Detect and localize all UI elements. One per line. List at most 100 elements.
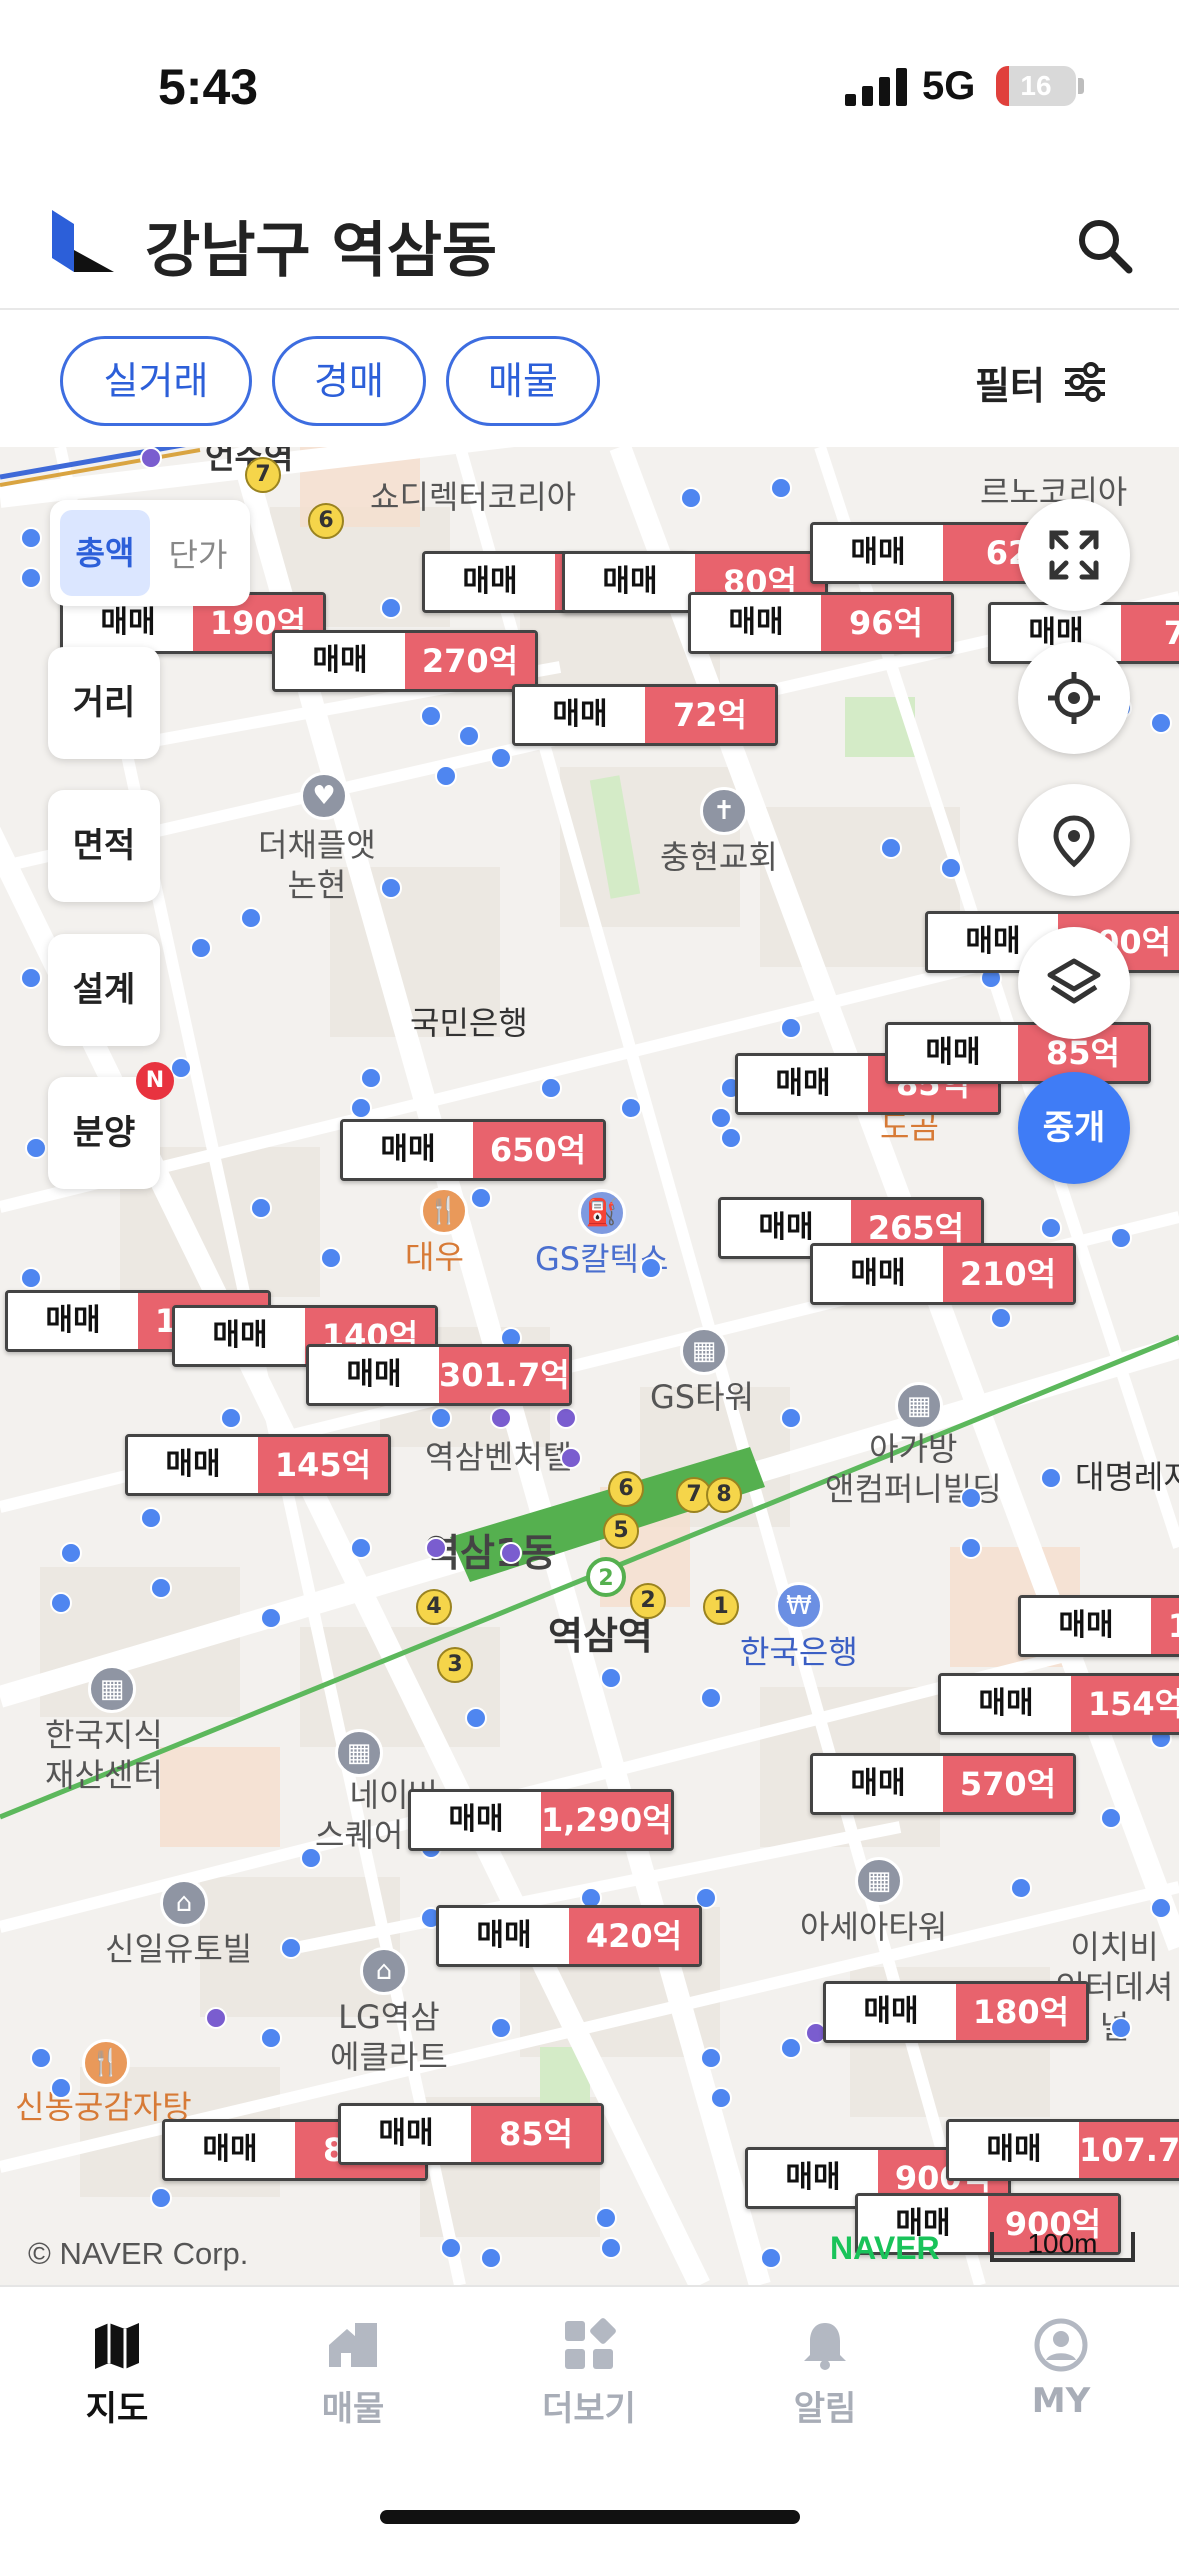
new-badge: N	[136, 1062, 174, 1100]
listing-price: 420억	[569, 1908, 699, 1964]
poi-label: 국민은행	[410, 1004, 528, 1042]
exit-6-icon: 6	[308, 503, 344, 539]
building-icon: ▦	[335, 1729, 383, 1777]
map-icon	[95, 2323, 139, 2369]
listing-marker[interactable]: 매매 180억	[823, 1981, 1089, 2043]
listing-type: 매매	[565, 554, 695, 610]
price-mode-unit[interactable]: 단가	[158, 530, 238, 576]
listing-price: 154억	[1071, 1676, 1179, 1732]
listing-marker[interactable]: 매매 1,290억	[408, 1789, 674, 1851]
nav-map[interactable]: 지도	[42, 2317, 192, 2430]
exit-7-icon: 7	[245, 457, 281, 493]
my-location-button[interactable]	[1018, 642, 1130, 754]
poi-label: 신일유토빌	[105, 1930, 253, 1968]
listing-type: 매매	[813, 1756, 943, 1812]
broker-button[interactable]: 중개	[1018, 1072, 1130, 1184]
user-icon	[1034, 2318, 1088, 2372]
listing-price: 180억	[956, 1984, 1086, 2040]
listing-type: 매매	[343, 1122, 473, 1178]
price-mode-total[interactable]: 총액	[60, 510, 150, 596]
status-time: 5:43	[158, 59, 259, 115]
listing-marker[interactable]: 매매107.7억	[946, 2119, 1179, 2181]
nav-more[interactable]: 더보기	[514, 2317, 664, 2430]
listing-type: 매매	[691, 595, 821, 651]
poi-label: GS타워	[650, 1378, 754, 1416]
listing-price: 75	[1121, 605, 1179, 661]
listing-marker[interactable]: 매매85억	[885, 1022, 1151, 1084]
listing-marker[interactable]: 매매 301.7억	[306, 1344, 572, 1406]
filter-button[interactable]: 필터	[975, 352, 1107, 412]
listing-type: 매매	[1021, 1598, 1151, 1654]
poi-label: 역삼벤처텔	[425, 1438, 573, 1476]
listing-marker[interactable]: 매매 210억	[810, 1243, 1076, 1305]
listing-price: 145억	[258, 1437, 388, 1493]
listing-marker[interactable]: 매매 650억	[340, 1119, 606, 1181]
nav-label: 매물	[321, 2389, 385, 2429]
listing-marker[interactable]: 매매154억	[938, 1673, 1179, 1735]
grid-icon	[565, 2318, 616, 2369]
house-icon: ⌂	[160, 1879, 208, 1927]
pin-button[interactable]	[1018, 784, 1130, 896]
listing-marker[interactable]: 매매 145억	[125, 1434, 391, 1496]
battery-level: 16	[1020, 70, 1052, 101]
nav-listings[interactable]: 매물	[278, 2317, 428, 2430]
listing-type: 매매	[309, 1347, 439, 1403]
battery-icon: 16	[996, 66, 1076, 106]
listing-type: 매매	[813, 1246, 943, 1302]
chip-auction[interactable]: 경매	[272, 336, 426, 426]
listing-marker[interactable]: 매매 420억	[436, 1905, 702, 1967]
map-scale: 100m	[990, 2230, 1135, 2262]
area-button[interactable]: 면적	[48, 790, 160, 902]
building-icon: ▦	[855, 1857, 903, 1905]
listing-price: 96억	[821, 595, 951, 651]
listing-marker[interactable]: 매매85억	[338, 2103, 604, 2165]
listing-price: 270억	[405, 633, 535, 689]
listing-price: 85억	[471, 2106, 601, 2162]
wedding-icon: ♥	[300, 772, 348, 820]
listing-marker[interactable]: 매매 72억	[512, 684, 778, 746]
header: 강남구 역삼동	[0, 180, 1179, 310]
nav-my[interactable]: MY	[986, 2317, 1136, 2421]
listing-type: 매매	[128, 1437, 258, 1493]
layers-icon	[1047, 958, 1101, 1004]
network-label: 5G	[922, 64, 976, 108]
chip-listings[interactable]: 매물	[446, 336, 600, 426]
building-icon: ▦	[680, 1327, 728, 1375]
listing-type: 매매	[439, 1908, 569, 1964]
poi-label: 아세아타워	[800, 1908, 948, 1946]
status-bar: 5:43 5G 16	[0, 0, 1179, 160]
listing-marker[interactable]: 매매 270억	[272, 630, 538, 692]
nav-label: 알림	[793, 2389, 857, 2429]
nav-label: MY	[1031, 2381, 1091, 2421]
signal-icon	[845, 66, 907, 106]
listing-price: 650억	[473, 1122, 603, 1178]
building-icon: ▦	[88, 1665, 136, 1713]
naver-logo: NAVER	[830, 2230, 940, 2266]
map-copyright: © NAVER Corp.	[28, 2236, 249, 2271]
listing-price: 107.7억	[1079, 2122, 1179, 2178]
listing-price: 301.7억	[439, 1347, 569, 1403]
listing-type: 매매	[941, 1676, 1071, 1732]
exit-8-icon: 8	[706, 1477, 742, 1513]
fullscreen-button[interactable]	[1018, 499, 1130, 611]
listing-marker[interactable]: 매매154억	[1018, 1595, 1179, 1657]
listing-marker[interactable]: 매매 570억	[810, 1753, 1076, 1815]
listing-type: 매매	[411, 1792, 541, 1848]
exit-1-icon: 1	[703, 1589, 739, 1625]
listing-type: 매매	[175, 1308, 305, 1364]
restaurant-icon: 🍴	[420, 1187, 468, 1235]
search-icon[interactable]	[1075, 216, 1135, 276]
design-button[interactable]: 설계	[48, 934, 160, 1046]
line-2-badge: 2	[586, 1557, 626, 1597]
bell-icon	[804, 2323, 846, 2370]
distance-button[interactable]: 거리	[48, 647, 160, 759]
nav-alerts[interactable]: 알림	[750, 2317, 900, 2430]
poi-label: 대명레저	[1075, 1458, 1179, 1496]
crosshair-icon	[1048, 672, 1100, 724]
layers-button[interactable]	[1018, 927, 1130, 1039]
map-view[interactable]: 쇼디렉터코리아 언주역 르노코리아 ♥ 더채플앳 논현 ✝ 충현교회 국민은행 …	[0, 447, 1179, 2285]
exit-2-icon: 2	[630, 1583, 666, 1619]
listing-marker[interactable]: 매매 96억	[688, 592, 954, 654]
listing-price: 154억	[1151, 1598, 1179, 1654]
chip-transactions[interactable]: 실거래	[60, 336, 252, 426]
